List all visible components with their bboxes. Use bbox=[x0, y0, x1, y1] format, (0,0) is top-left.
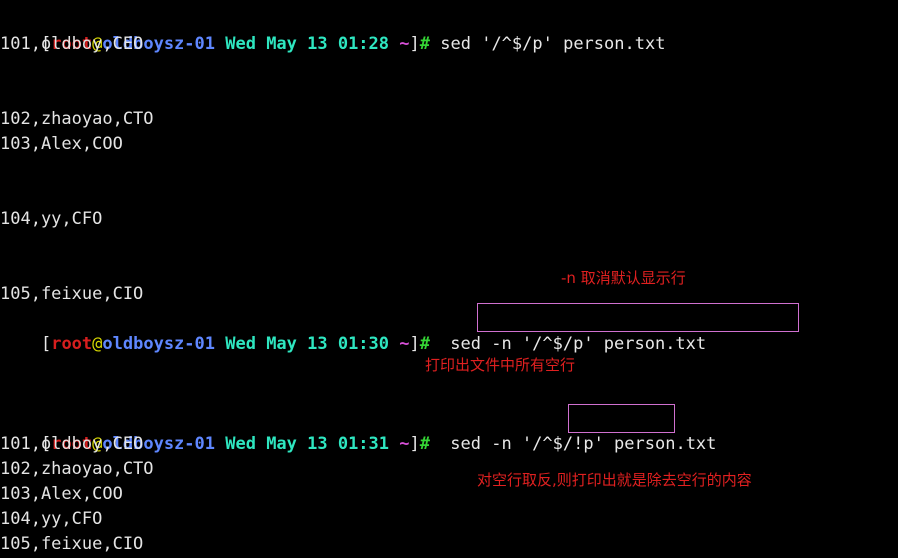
prompt-sep bbox=[215, 334, 225, 354]
prompt-sep bbox=[430, 334, 440, 354]
prompt-tilde: ~ bbox=[399, 434, 410, 454]
command-text-2[interactable]: sed -n '/^$/p' person.txt bbox=[440, 334, 706, 354]
command-text-1[interactable]: sed '/^$/p' person.txt bbox=[440, 34, 665, 54]
prompt-at-sign: @ bbox=[92, 334, 103, 354]
terminal-window[interactable]: [root@oldboysz-01Wed May 13 01:28 [root@… bbox=[0, 0, 898, 558]
output-line: 105,feixue,CIO bbox=[0, 534, 144, 554]
annotation-n-option: -n 取消默认显示行 bbox=[561, 269, 686, 287]
output-line: 105,feixue,CIO bbox=[0, 284, 144, 304]
prompt-line-3: [root@oldboysz-01 Wed May 13 01:31 ~]# s… bbox=[0, 407, 716, 454]
scrollback-clipped-line: [root@oldboysz-01Wed May 13 01:28 bbox=[0, 0, 898, 7]
command-highlight-3[interactable]: '/^$/!p' bbox=[522, 434, 604, 454]
prompt-open-bracket: [ bbox=[40, 334, 52, 354]
prompt-hash: # bbox=[419, 34, 431, 54]
prompt-close-bracket: ] bbox=[409, 434, 420, 454]
prompt-tilde: ~ bbox=[399, 34, 410, 54]
prompt-sep bbox=[389, 334, 399, 354]
command-prefix-3[interactable]: sed -n bbox=[440, 434, 522, 454]
output-line: 102,zhaoyao,CTO bbox=[0, 459, 154, 479]
clipped-prompt-line: [root@oldboysz-01Wed May 13 01:28 bbox=[0, 0, 399, 7]
output-line: 101,oldboy,CEO bbox=[0, 434, 144, 454]
prompt-sep bbox=[215, 434, 225, 454]
prompt-sep bbox=[430, 434, 440, 454]
annotation-print-blank-lines: 打印出文件中所有空行 bbox=[425, 356, 576, 374]
output-line: 104,yy,CFO bbox=[0, 509, 103, 529]
prompt-user: root bbox=[51, 334, 93, 354]
output-line: 101,oldboy,CEO bbox=[0, 34, 144, 54]
prompt-date-2: Wed May 13 01:30 bbox=[225, 334, 390, 354]
prompt-host: oldboysz-01 bbox=[102, 334, 215, 354]
output-line: 102,zhaoyao,CTO bbox=[0, 109, 154, 129]
output-line: 104,yy,CFO bbox=[0, 209, 103, 229]
prompt-date-1: Wed May 13 01:28 bbox=[225, 34, 390, 54]
prompt-date-3: Wed May 13 01:31 bbox=[225, 434, 390, 454]
output-line: 103,Alex,COO bbox=[0, 484, 123, 504]
prompt-sep bbox=[389, 434, 399, 454]
prompt-close-bracket: ] bbox=[409, 34, 420, 54]
output-line: 103,Alex,COO bbox=[0, 134, 123, 154]
prompt-close-bracket: ] bbox=[409, 334, 420, 354]
prompt-line-2: [root@oldboysz-01 Wed May 13 01:30 ~]# s… bbox=[0, 307, 706, 354]
prompt-sep bbox=[215, 34, 225, 54]
annotation-negate-blank-lines: 对空行取反,则打印出就是除去空行的内容 bbox=[477, 471, 752, 489]
prompt-tilde: ~ bbox=[399, 334, 410, 354]
prompt-sep bbox=[389, 34, 399, 54]
prompt-hash: # bbox=[419, 434, 431, 454]
command-suffix-3[interactable]: person.txt bbox=[604, 434, 716, 454]
prompt-line-1: [root@oldboysz-01 Wed May 13 01:28 ~]# s… bbox=[0, 7, 665, 54]
prompt-hash: # bbox=[419, 334, 431, 354]
prompt-sep bbox=[430, 34, 440, 54]
